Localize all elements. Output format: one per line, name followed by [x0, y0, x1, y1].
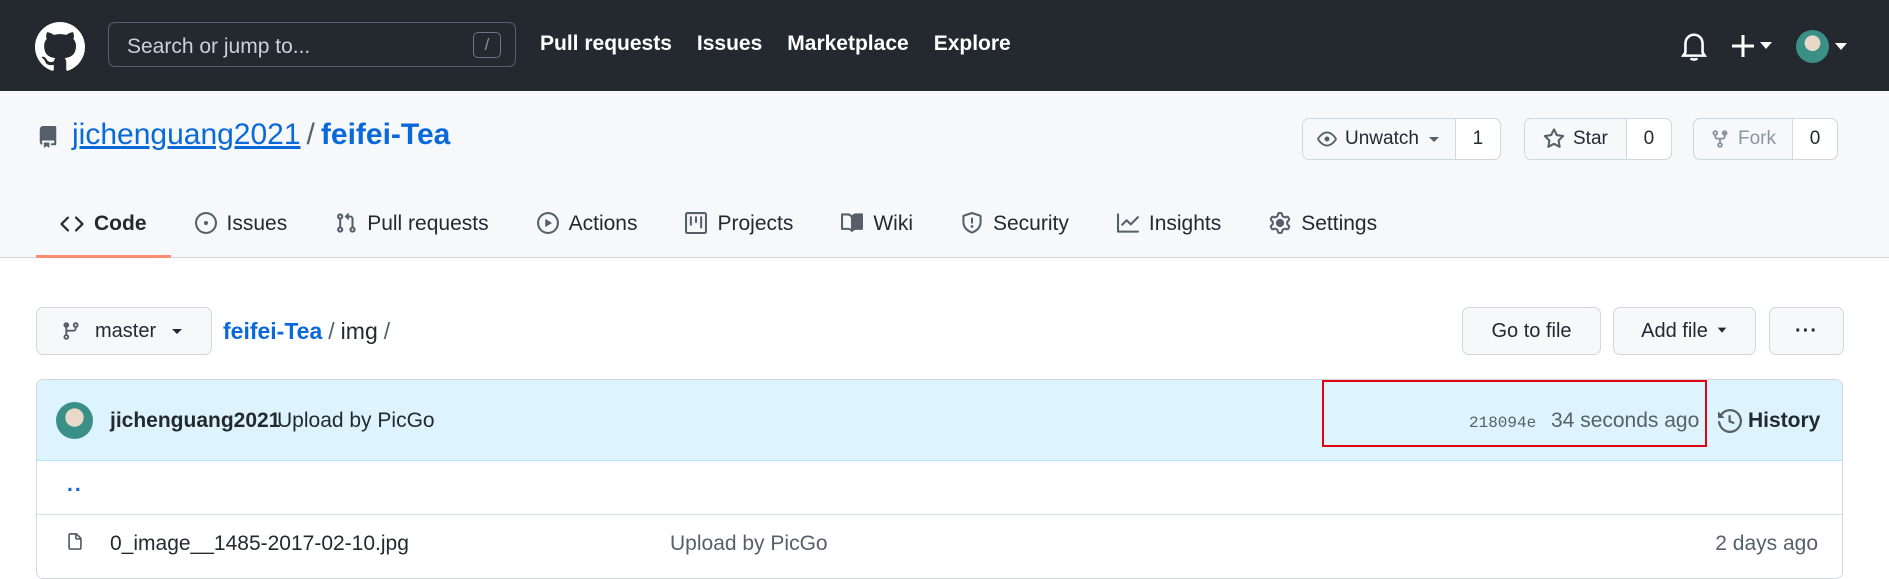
parent-directory-link[interactable]: .. — [67, 473, 83, 497]
tab-issues[interactable]: Issues — [171, 210, 312, 258]
tab-code-label: Code — [94, 212, 147, 235]
tab-settings[interactable]: Settings — [1245, 210, 1401, 258]
eye-icon — [1317, 131, 1337, 147]
tab-projects[interactable]: Projects — [661, 210, 817, 258]
repo-icon — [39, 126, 57, 148]
history-button[interactable]: History — [1718, 409, 1820, 433]
commit-author-link[interactable]: jichenguang2021 — [110, 409, 280, 433]
github-logo-icon[interactable] — [35, 22, 85, 72]
star-button-group: Star 0 — [1524, 118, 1672, 160]
chevron-down-icon — [172, 329, 183, 334]
tab-projects-label: Projects — [717, 212, 794, 235]
kebab-horizontal-icon: ··· — [1795, 319, 1818, 342]
go-to-file-label: Go to file — [1491, 319, 1572, 342]
parent-directory-row[interactable]: .. — [37, 461, 1842, 515]
history-label: History — [1748, 409, 1821, 432]
stars-count[interactable]: 0 — [1626, 119, 1671, 159]
fork-button-group: Fork 0 — [1693, 118, 1838, 160]
repo-tabs: Code Issues Pull requests Actions Projec… — [36, 210, 1401, 258]
branch-name: master — [95, 319, 157, 342]
search-shortcut-key: / — [473, 32, 501, 58]
unwatch-label: Unwatch — [1345, 128, 1419, 149]
repo-title-separator: / — [306, 118, 315, 151]
breadcrumb-repo-link[interactable]: feifei-Tea — [223, 318, 322, 344]
more-options-button[interactable]: ··· — [1769, 307, 1844, 355]
fork-button[interactable]: Fork — [1694, 119, 1793, 159]
breadcrumb-current-folder: img — [340, 318, 378, 344]
fork-label: Fork — [1738, 128, 1776, 149]
tab-security-label: Security — [993, 212, 1069, 235]
user-avatar[interactable] — [1796, 30, 1829, 63]
chevron-down-icon — [1428, 137, 1439, 142]
tab-settings-label: Settings — [1301, 212, 1378, 235]
nav-pull-requests[interactable]: Pull requests — [540, 32, 672, 56]
star-label: Star — [1573, 128, 1608, 149]
watch-button-group: Unwatch 1 — [1302, 118, 1501, 160]
breadcrumb-separator: / — [328, 318, 335, 344]
branch-icon — [63, 322, 79, 340]
tab-pull-requests-label: Pull requests — [367, 212, 489, 235]
tab-pull-requests[interactable]: Pull requests — [311, 210, 512, 258]
bell-icon[interactable] — [1681, 31, 1707, 61]
search-placeholder: Search or jump to... — [127, 35, 311, 58]
latest-commit-bar: jichenguang2021 Upload by PicGo 218094e … — [37, 380, 1842, 461]
fork-icon — [1712, 130, 1728, 148]
go-to-file-button[interactable]: Go to file — [1462, 307, 1601, 355]
watchers-count[interactable]: 1 — [1455, 119, 1500, 159]
issue-icon — [194, 212, 217, 234]
repo-title: jichenguang2021/feifei-Tea — [72, 118, 450, 152]
chevron-down-icon[interactable] — [1834, 36, 1848, 56]
create-new-icon[interactable] — [1730, 31, 1790, 61]
file-name-link[interactable]: 0_image__1485-2017-02-10.jpg — [110, 532, 409, 556]
history-icon — [1718, 409, 1742, 433]
global-nav: Pull requests Issues Marketplace Explore — [540, 32, 1011, 56]
tab-wiki[interactable]: Wiki — [817, 210, 937, 258]
global-header: Search or jump to... / Pull requests Iss… — [0, 0, 1889, 91]
file-list-box: jichenguang2021 Upload by PicGo 218094e … — [36, 379, 1843, 579]
file-commit-age: 2 days ago — [1715, 532, 1818, 555]
search-input[interactable]: Search or jump to... / — [108, 22, 516, 67]
nav-marketplace[interactable]: Marketplace — [787, 32, 908, 56]
tab-insights[interactable]: Insights — [1093, 210, 1245, 258]
gear-icon — [1270, 212, 1291, 234]
avatar[interactable] — [56, 402, 93, 439]
add-file-button[interactable]: Add file — [1613, 307, 1756, 355]
tab-security[interactable]: Security — [937, 210, 1093, 258]
add-file-label: Add file — [1641, 319, 1708, 342]
code-icon — [60, 216, 84, 232]
repo-owner-link[interactable]: jichenguang2021 — [72, 118, 301, 151]
highlight-annotation — [1322, 380, 1707, 447]
repo-name-link[interactable]: feifei-Tea — [321, 118, 450, 151]
tab-issues-label: Issues — [226, 212, 288, 235]
commit-message-link[interactable]: Upload by PicGo — [277, 409, 435, 433]
play-icon — [536, 212, 559, 234]
shield-icon — [962, 212, 982, 234]
nav-explore[interactable]: Explore — [934, 32, 1011, 56]
branch-selector[interactable]: master — [36, 307, 212, 355]
tab-insights-label: Insights — [1148, 212, 1222, 235]
project-icon — [685, 212, 708, 234]
tab-code[interactable]: Code — [36, 210, 171, 258]
chevron-down-icon — [1717, 327, 1727, 333]
tab-wiki-label: Wiki — [873, 212, 913, 235]
breadcrumb-trailing-separator: / — [383, 318, 391, 344]
unwatch-button[interactable]: Unwatch — [1303, 119, 1456, 159]
star-icon — [1543, 128, 1565, 148]
graph-icon — [1116, 213, 1139, 233]
repo-header: jichenguang2021/feifei-Tea Unwatch 1 Sta… — [0, 91, 1889, 258]
nav-issues[interactable]: Issues — [697, 32, 762, 56]
tab-actions[interactable]: Actions — [513, 210, 662, 258]
breadcrumb: feifei-Tea / img / — [223, 318, 396, 345]
forks-count[interactable]: 0 — [1793, 119, 1837, 159]
table-row[interactable]: 0_image__1485-2017-02-10.jpg Upload by P… — [37, 515, 1842, 578]
file-commit-message-link[interactable]: Upload by PicGo — [670, 532, 828, 556]
tab-actions-label: Actions — [568, 212, 638, 235]
star-button[interactable]: Star — [1525, 119, 1627, 159]
file-icon — [68, 533, 82, 550]
pull-request-icon — [337, 212, 356, 233]
book-icon — [841, 213, 864, 232]
